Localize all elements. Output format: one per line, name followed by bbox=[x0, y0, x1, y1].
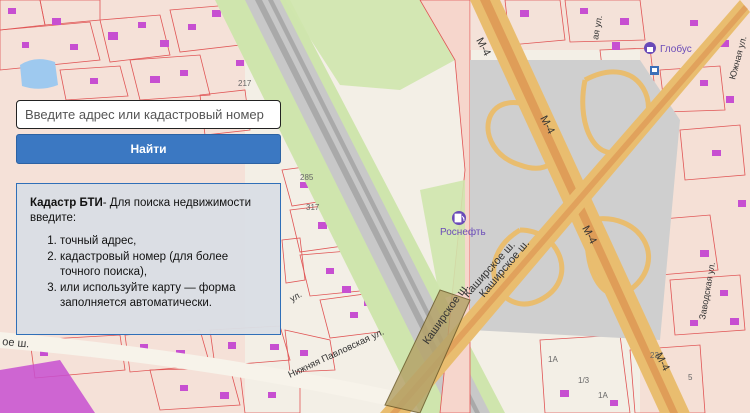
search-input[interactable] bbox=[16, 100, 281, 129]
info-list: точный адрес, кадастровый номер (для бол… bbox=[30, 234, 268, 311]
rosneft-icon[interactable] bbox=[452, 211, 466, 225]
find-button[interactable]: Найти bbox=[16, 134, 281, 164]
info-list-item: кадастровый номер (для более точного пои… bbox=[60, 250, 268, 280]
house-number: 23 bbox=[650, 351, 659, 360]
house-number: 1А bbox=[598, 391, 608, 400]
info-panel: Кадастр БТИ- Для поиска недвижимости вве… bbox=[16, 183, 281, 335]
bus-stop-icon[interactable] bbox=[650, 66, 659, 75]
water-pond bbox=[20, 59, 58, 89]
house-number: 217 bbox=[238, 79, 252, 88]
poi-label-rosneft: Роснефть bbox=[440, 226, 486, 238]
info-intro: Кадастр БТИ- Для поиска недвижимости вве… bbox=[30, 196, 268, 226]
house-number: 1А bbox=[548, 355, 558, 364]
info-list-item: или используйте карту — форма заполняетс… bbox=[60, 281, 268, 311]
info-list-item: точный адрес, bbox=[60, 234, 268, 249]
search-container bbox=[16, 100, 281, 129]
house-number: 5 bbox=[688, 373, 693, 382]
house-number: 1/3 bbox=[578, 376, 590, 385]
house-number: 285 bbox=[300, 173, 314, 182]
info-title: Кадастр БТИ bbox=[30, 197, 103, 209]
house-number: 317 bbox=[306, 203, 320, 212]
poi-label-globus: Глобус bbox=[660, 43, 692, 55]
shopping-bag-icon[interactable] bbox=[644, 42, 656, 54]
road-label-kashirskoe-left: ое ш. bbox=[2, 336, 30, 350]
